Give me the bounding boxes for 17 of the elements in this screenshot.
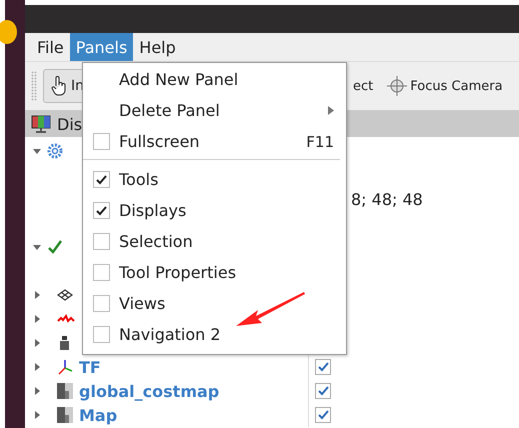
menu-title[interactable]: Help [133,33,182,61]
display-name[interactable]: Map [79,406,118,424]
menu-item[interactable]: Tool Properties [83,257,346,288]
menu-item[interactable]: Views [83,288,346,319]
display-name[interactable]: TF [79,358,101,376]
panel-title: Dis [57,114,82,134]
menu-item[interactable]: Navigation 2 [83,319,346,350]
menu-item[interactable]: Selection [83,226,346,257]
menu-item[interactable]: Fullscreen F11 [83,126,346,157]
menu-item[interactable]: Tools [83,164,346,195]
display-name[interactable]: global_costmap [79,382,220,400]
tool-button[interactable]: ect [347,69,380,103]
menu-title[interactable]: Panels [70,33,134,61]
property-value: 8; 48; 48 [351,190,423,208]
menu-item[interactable]: Displays [83,195,346,226]
tool-button[interactable]: Focus Camera [381,69,509,103]
menu-title[interactable]: File [31,33,70,61]
